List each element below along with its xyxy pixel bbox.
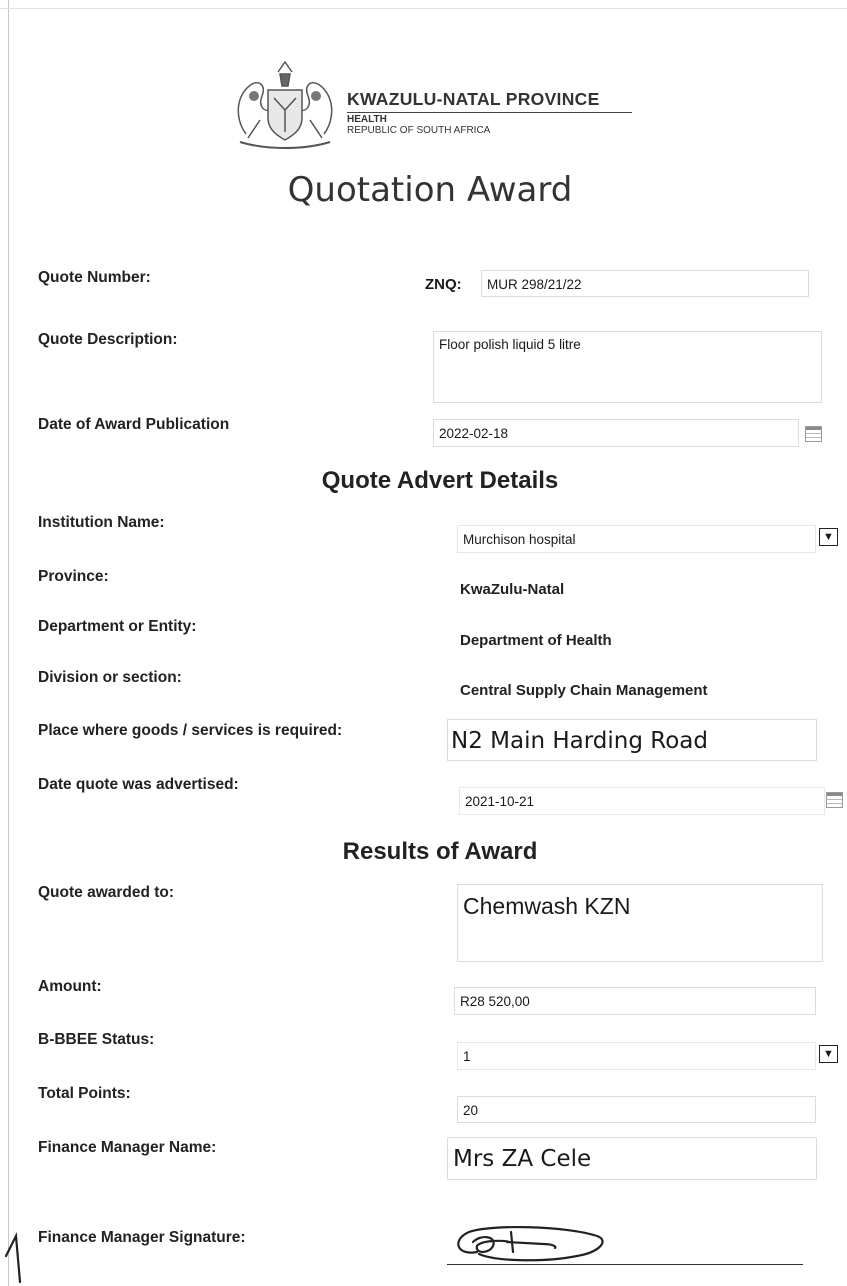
institution-label: Institution Name: — [38, 514, 165, 531]
quote-description-field[interactable]: Floor polish liquid 5 litre — [433, 331, 822, 403]
finance-manager-name-label: Finance Manager Name: — [38, 1139, 217, 1156]
advertised-date-field[interactable]: 2021-10-21 — [459, 787, 825, 815]
awarded-to-field[interactable]: Chemwash KZN — [457, 884, 823, 962]
department-label: Department or Entity: — [38, 618, 197, 635]
division-label: Division or section: — [38, 669, 182, 686]
chevron-down-icon[interactable]: ▼ — [819, 528, 838, 546]
margin-mark — [4, 1232, 22, 1284]
bbbee-label: B-BBEE Status: — [38, 1031, 155, 1048]
advert-section-title: Quote Advert Details — [321, 467, 559, 494]
advertised-date-label: Date quote was advertised: — [38, 776, 239, 793]
awarded-to-label: Quote awarded to: — [38, 884, 175, 901]
page-title: Quotation Award — [287, 170, 573, 210]
place-label: Place where goods / services is required… — [38, 722, 343, 739]
signature-icon — [457, 1225, 604, 1262]
org-header: KWAZULU-NATAL PROVINCE HEALTH REPUBLIC O… — [347, 89, 632, 136]
signature-line — [447, 1264, 803, 1265]
org-name: KWAZULU-NATAL PROVINCE — [347, 89, 600, 109]
quote-description-label: Quote Description: — [38, 331, 178, 348]
finance-manager-name-field[interactable]: Mrs ZA Cele — [447, 1137, 817, 1180]
total-points-label: Total Points: — [38, 1085, 131, 1102]
award-date-label: Date of Award Publication — [38, 416, 230, 433]
province-value: KwaZulu-Natal — [460, 581, 565, 598]
org-department: HEALTH — [347, 114, 387, 125]
calendar-icon[interactable] — [805, 426, 822, 442]
calendar-icon[interactable] — [826, 792, 843, 808]
org-divider — [347, 112, 632, 113]
amount-field[interactable]: R28 520,00 — [454, 987, 816, 1015]
coat-of-arms-icon — [237, 60, 333, 149]
institution-select[interactable]: Murchison hospital — [457, 525, 816, 553]
chevron-down-icon[interactable]: ▼ — [819, 1045, 838, 1063]
page-edge-top — [0, 8, 847, 9]
znq-prefix: ZNQ: — [425, 276, 462, 293]
total-points-field[interactable]: 20 — [457, 1096, 816, 1123]
place-field[interactable]: N2 Main Harding Road — [447, 719, 817, 761]
org-country: REPUBLIC OF SOUTH AFRICA — [347, 125, 491, 136]
department-value: Department of Health — [460, 632, 612, 649]
quote-number-field[interactable]: MUR 298/21/22 — [481, 270, 809, 297]
amount-label: Amount: — [38, 978, 102, 995]
results-section-title: Results of Award — [342, 838, 538, 865]
finance-manager-signature-label: Finance Manager Signature: — [38, 1229, 246, 1246]
province-label: Province: — [38, 568, 109, 585]
award-date-field[interactable]: 2022-02-18 — [433, 419, 799, 447]
quote-number-label: Quote Number: — [38, 269, 151, 286]
bbbee-select[interactable]: 1 — [457, 1042, 816, 1070]
division-value: Central Supply Chain Management — [460, 682, 708, 699]
